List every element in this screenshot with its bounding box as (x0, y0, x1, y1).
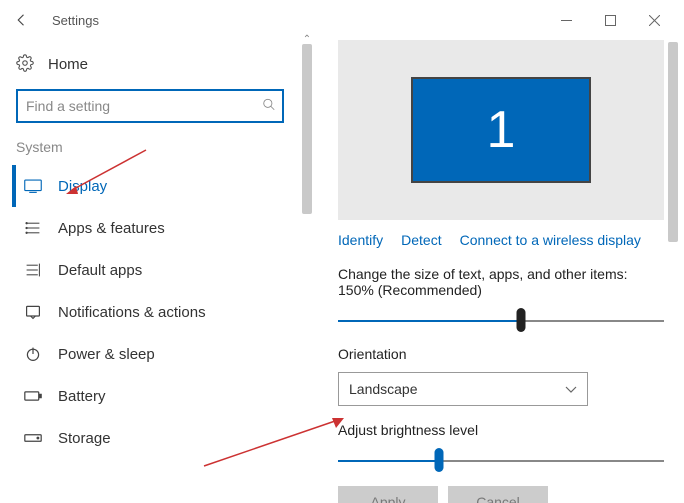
cancel-button[interactable]: Cancel (448, 486, 548, 503)
nav-label: Power & sleep (58, 346, 155, 363)
scale-slider[interactable] (338, 308, 664, 332)
nav-label: Default apps (58, 262, 142, 279)
maximize-button[interactable] (588, 4, 632, 36)
brightness-label: Adjust brightness level (338, 422, 664, 438)
notifications-icon (24, 304, 42, 320)
default-apps-icon (24, 262, 42, 278)
power-icon (24, 346, 42, 362)
home-label: Home (48, 56, 88, 73)
chevron-down-icon (565, 381, 577, 397)
nav-label: Battery (58, 388, 106, 405)
battery-icon (24, 390, 42, 402)
orientation-select[interactable]: Landscape (338, 372, 588, 406)
nav-label: Notifications & actions (58, 304, 206, 321)
identify-link[interactable]: Identify (338, 232, 383, 248)
gear-icon (16, 54, 34, 75)
window-title: Settings (52, 13, 99, 28)
sidebar-item-default-apps[interactable]: Default apps (12, 249, 288, 291)
titlebar: Settings (0, 0, 684, 40)
monitor-number: 1 (487, 100, 516, 160)
monitor-tile[interactable]: 1 (411, 77, 591, 183)
nav-label: Apps & features (58, 220, 165, 237)
home-button[interactable]: Home (12, 48, 288, 89)
slider-thumb[interactable] (435, 448, 444, 472)
sidebar: Home System Display Apps & features Defa… (0, 40, 300, 503)
main-panel: 1 Identify Detect Connect to a wireless … (314, 40, 684, 503)
detect-link[interactable]: Detect (401, 232, 441, 248)
scrollbar-thumb[interactable] (668, 42, 678, 242)
sidebar-item-battery[interactable]: Battery (12, 375, 288, 417)
nav-label: Storage (58, 430, 111, 447)
wireless-display-link[interactable]: Connect to a wireless display (460, 232, 641, 248)
main-scrollbar[interactable] (668, 40, 680, 503)
scale-label: Change the size of text, apps, and other… (338, 266, 664, 298)
sidebar-scrollbar[interactable]: ⌃ (300, 40, 314, 503)
scrollbar-thumb[interactable] (302, 44, 312, 214)
orientation-value: Landscape (349, 381, 418, 397)
search-icon (262, 98, 276, 115)
sidebar-item-display[interactable]: Display (12, 165, 288, 207)
apps-icon (24, 220, 42, 236)
display-icon (24, 179, 42, 193)
sidebar-item-power[interactable]: Power & sleep (12, 333, 288, 375)
sidebar-item-storage[interactable]: Storage (12, 417, 288, 459)
sidebar-item-apps[interactable]: Apps & features (12, 207, 288, 249)
category-label: System (12, 139, 288, 165)
apply-button[interactable]: Apply (338, 486, 438, 503)
back-icon[interactable] (8, 6, 36, 34)
minimize-button[interactable] (544, 4, 588, 36)
sidebar-item-notifications[interactable]: Notifications & actions (12, 291, 288, 333)
brightness-slider[interactable] (338, 448, 664, 472)
search-input[interactable] (16, 89, 284, 123)
display-preview: 1 (338, 40, 664, 220)
nav-label: Display (58, 178, 107, 195)
storage-icon (24, 433, 42, 443)
slider-thumb[interactable] (516, 308, 525, 332)
close-button[interactable] (632, 4, 676, 36)
orientation-label: Orientation (338, 346, 664, 362)
